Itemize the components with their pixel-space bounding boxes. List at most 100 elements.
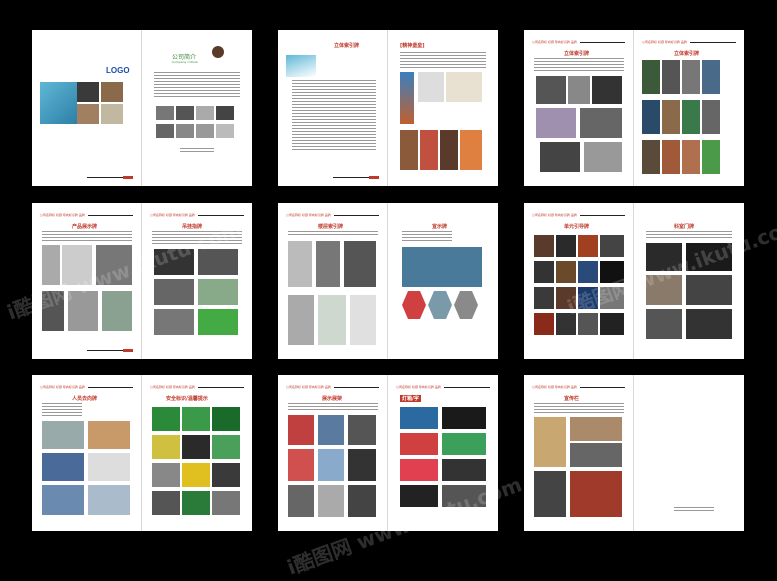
page-title: 安全标识/温馨提示: [166, 396, 208, 402]
photo: [156, 124, 174, 138]
photo: [400, 459, 438, 481]
photo: [400, 130, 418, 170]
page-right: 宣示牌: [388, 203, 498, 359]
photo: [318, 485, 344, 517]
page-header: 公司名称标 标题 导向标识牌 品牌: [286, 213, 379, 217]
spread-company-intro: LOGO 公司简介 Company culture: [32, 30, 252, 186]
photo: [442, 459, 486, 481]
header-text: 公司名称标 标题 导向标识牌 品牌: [642, 40, 687, 44]
page-title: 宣示牌: [432, 224, 448, 230]
photo: [556, 261, 576, 283]
photo: [176, 106, 194, 120]
photo: [42, 421, 84, 449]
header-text: 公司名称标 标题 导向标识牌 品牌: [150, 385, 195, 389]
text-block: [288, 231, 378, 237]
photo: [454, 291, 478, 319]
photo: [216, 124, 234, 138]
photo: [646, 309, 682, 339]
photo: [348, 485, 376, 517]
photo: [402, 291, 426, 319]
photo: [156, 106, 174, 120]
photo: [702, 100, 720, 134]
page-cover-left: LOGO: [32, 30, 142, 186]
header-text: 公司名称标 标题 导向标识牌 品牌: [532, 40, 577, 44]
text-block: [534, 403, 624, 413]
text-block: [534, 58, 624, 72]
page-header: 公司名称标 标题 导向标识牌 品牌: [532, 213, 625, 217]
photo: [570, 471, 622, 517]
text-block: [42, 231, 132, 241]
caption: [674, 507, 714, 513]
photo: [556, 235, 576, 257]
photo: [212, 435, 240, 459]
photo: [182, 491, 210, 515]
page-header: 公司名称标 标题 导向标识牌 品牌: [40, 213, 133, 217]
photo: [400, 433, 438, 455]
photo: [350, 295, 376, 345]
photo: [101, 82, 123, 102]
logo: LOGO: [106, 66, 130, 75]
photo: [288, 295, 314, 345]
photo: [316, 241, 340, 287]
photo: [702, 60, 720, 94]
photo: [348, 449, 376, 481]
photo: [77, 82, 99, 102]
photo: [196, 124, 214, 138]
photo: [101, 104, 123, 124]
photo: [182, 463, 210, 487]
text-block: [154, 72, 240, 98]
photo: [400, 72, 414, 124]
photo: [534, 417, 566, 467]
text-block: [288, 403, 378, 411]
photo: [642, 140, 660, 174]
photo: [642, 60, 660, 94]
header-text: 公司名称标 标题 导向标识牌 品牌: [396, 385, 441, 389]
photo: [702, 140, 720, 174]
photo: [446, 72, 482, 102]
photo: [536, 76, 566, 104]
decor-photo: [212, 46, 224, 58]
page-header: 公司名称标 标题 导向标识牌 品牌: [286, 385, 379, 389]
spread-pylon-signs: 立体索引牌 [精神堡垒]: [278, 30, 498, 186]
page-right: 公司名称标 标题 导向标识牌 品牌 立体索引牌: [634, 30, 744, 186]
page-header: 公司名称标 标题 导向标识牌 品牌: [396, 385, 490, 389]
photo: [288, 241, 312, 287]
header-text: 公司名称标 标题 导向标识牌 品牌: [40, 385, 85, 389]
photo: [212, 463, 240, 487]
photo: [288, 415, 314, 445]
page-title: 展示展架: [322, 396, 343, 402]
photo: [540, 142, 580, 172]
page-title: 科室门牌: [674, 224, 695, 230]
spread-directory-signs: 公司名称标 标题 导向标识牌 品牌 立体索引牌 公司名称标 标题 导向标识牌 品…: [524, 30, 744, 186]
photo: [198, 309, 238, 335]
photo: [152, 463, 180, 487]
photo: [534, 313, 554, 335]
spread-staff-safety: 公司名称标 标题 导向标识牌 品牌 人员去向牌 公司名称标 标题 导向标识牌 品…: [32, 375, 252, 531]
page-title: 单元引导牌: [564, 224, 590, 230]
photo: [182, 407, 210, 431]
photo: [460, 130, 482, 170]
photo: [440, 130, 458, 170]
photo: [88, 453, 130, 481]
photo: [400, 407, 438, 429]
page-left: 公司名称标 标题 导向标识牌 品牌 立体索引牌: [524, 30, 634, 186]
photo: [682, 100, 700, 134]
cover-photo: [40, 82, 77, 124]
text-block: [42, 403, 82, 417]
photo: [534, 261, 554, 283]
spread-bulletin-board: 公司名称标 标题 导向标识牌 品牌 宣传栏: [524, 375, 744, 531]
page-left: 公司名称标 标题 导向标识牌 品牌 宣传栏: [524, 375, 634, 531]
photo: [578, 261, 598, 283]
photo: [428, 291, 452, 319]
page-title: 宣传栏: [564, 396, 580, 402]
page-title: 楼层索引牌: [318, 224, 344, 230]
header-text: 公司名称标 标题 导向标识牌 品牌: [286, 385, 331, 389]
photo: [102, 291, 132, 331]
text-block: [400, 52, 486, 70]
page-title: 立体索引牌: [674, 51, 700, 57]
page-subtitle: Company culture: [172, 60, 198, 64]
page-footer-rule: [87, 349, 133, 352]
photo: [176, 124, 194, 138]
page-header: 公司名称标 标题 导向标识牌 品牌: [40, 385, 133, 389]
page-left: 立体索引牌: [278, 30, 388, 186]
